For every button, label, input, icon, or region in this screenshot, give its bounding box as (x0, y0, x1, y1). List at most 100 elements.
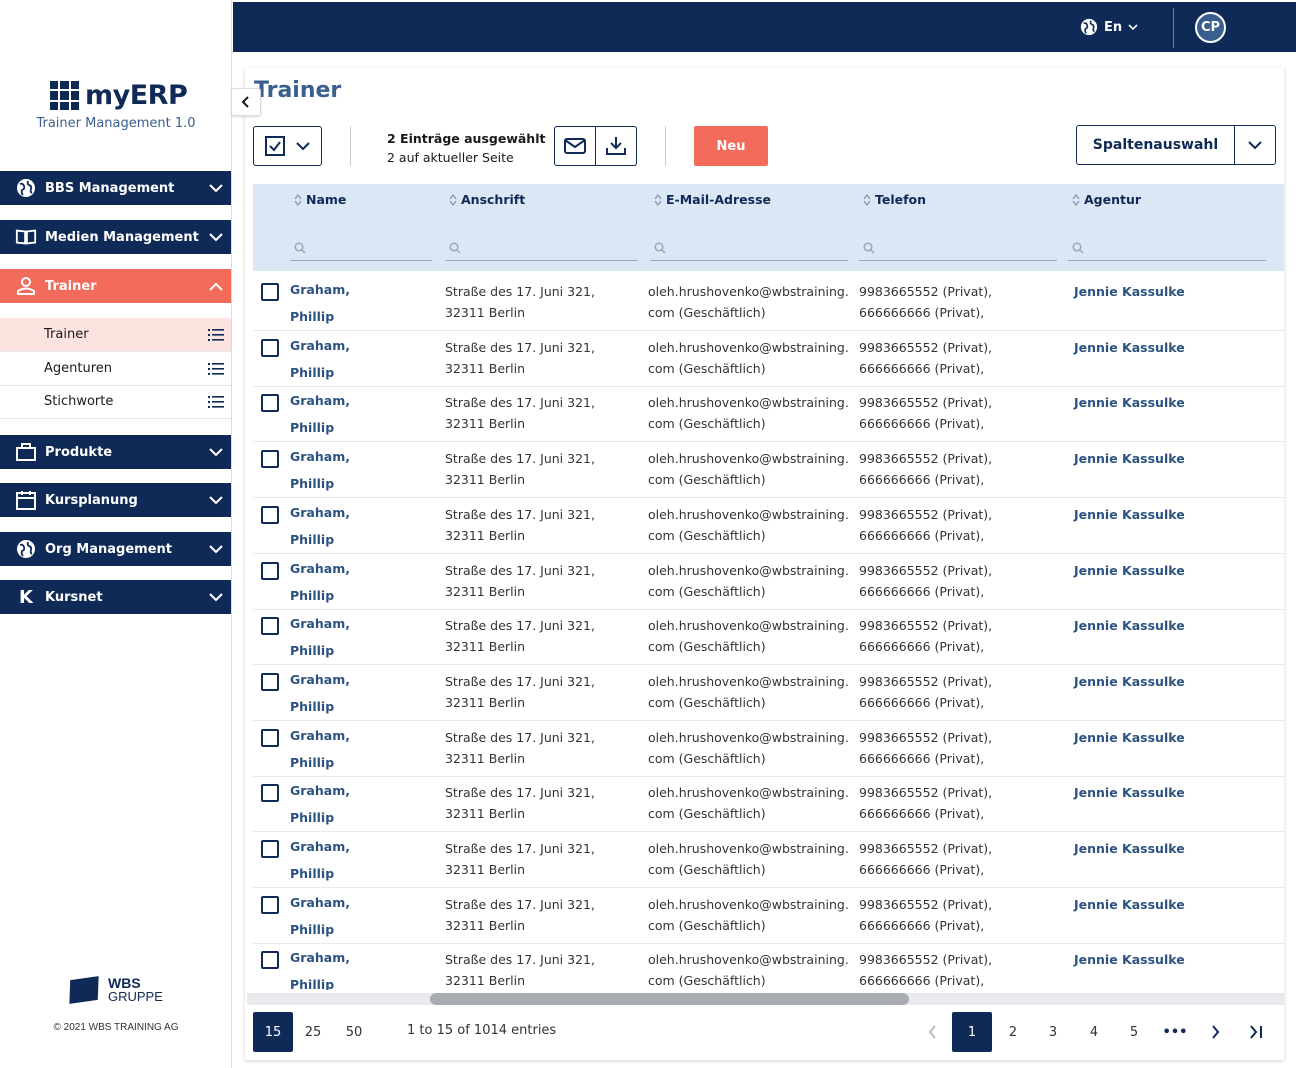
row-checkbox[interactable] (261, 561, 279, 580)
app-logo[interactable]: myERP (50, 80, 188, 111)
table-row[interactable]: Graham, Phillip Straße des 17. Juni 321, 32… (253, 498, 1284, 554)
table-row[interactable]: Graham, Phillip Straße des 17. Juni 321, 32… (253, 888, 1284, 944)
cell-name[interactable]: Graham, Phillip (290, 889, 350, 943)
collapse-sidebar-button[interactable] (231, 88, 261, 116)
page-1-button[interactable]: 1 (952, 1012, 992, 1052)
row-checkbox[interactable] (261, 505, 279, 524)
next-page-button[interactable] (1195, 1012, 1235, 1052)
table-row[interactable]: Graham, Phillip Straße des 17. Juni 321, 32… (253, 554, 1284, 610)
cell-agency[interactable]: Jennie Kassulke (1074, 838, 1185, 859)
more-pages-button[interactable]: ••• (1155, 1012, 1195, 1052)
column-header-anschrift[interactable]: Anschrift (449, 192, 525, 207)
table-row[interactable]: Graham, Phillip Straße des 17. Juni 321, 32… (253, 609, 1284, 666)
cell-name[interactable]: Graham, Phillip (290, 276, 350, 330)
sidebar-item-produkte[interactable]: Produkte (0, 435, 231, 469)
page-3-button[interactable]: 3 (1033, 1012, 1073, 1052)
sidebar-item-kursplanung[interactable]: Kursplanung (0, 483, 231, 517)
cell-name[interactable]: Graham, Phillip (290, 332, 350, 386)
table-row[interactable]: Graham, Phillip Straße des 17. Juni 321, 32… (253, 776, 1284, 833)
cell-name[interactable]: Graham, Phillip (290, 944, 350, 990)
table-row[interactable]: Graham, Phillip Straße des 17. Juni 321, 32… (253, 721, 1284, 777)
cell-phone-line2: 666666666 (Privat), (859, 360, 985, 376)
row-checkbox[interactable] (261, 840, 279, 858)
cell-agency[interactable]: Jennie Kassulke (1074, 615, 1185, 636)
sidebar-subitem-trainer[interactable]: Trainer (0, 318, 231, 352)
column-header-name[interactable]: Name (294, 192, 346, 207)
cell-name[interactable]: Graham, Phillip (290, 722, 350, 776)
table-row[interactable]: Graham, Phillip Straße des 17. Juni 321, 32… (253, 665, 1284, 721)
column-header-agentur[interactable]: Agentur (1072, 192, 1141, 207)
column-header-telefon[interactable]: Telefon (863, 192, 926, 207)
cell-agency[interactable]: Jennie Kassulke (1074, 894, 1185, 915)
filter-input-telefon[interactable] (859, 236, 1057, 261)
cell-name-last: Graham, (290, 894, 350, 910)
cell-agency[interactable]: Jennie Kassulke (1074, 949, 1185, 970)
cell-agency[interactable]: Jennie Kassulke (1074, 281, 1185, 302)
table-row[interactable]: Graham, Phillip Straße des 17. Juni 321, 32… (253, 386, 1284, 443)
cell-agency[interactable]: Jennie Kassulke (1074, 448, 1185, 469)
avatar[interactable]: CP (1195, 12, 1226, 43)
filter-input-name[interactable] (290, 236, 432, 261)
language-selector[interactable]: En (1080, 18, 1138, 36)
table-row[interactable]: Graham, Phillip Straße des 17. Juni 321, 32… (253, 275, 1284, 331)
email-button[interactable] (555, 127, 596, 165)
sidebar-subitem-agenturen[interactable]: Agenturen (0, 352, 231, 386)
table-row[interactable]: Graham, Phillip Straße des 17. Juni 321, 32… (253, 331, 1284, 387)
cell-agency[interactable]: Jennie Kassulke (1074, 671, 1185, 692)
cell-name[interactable]: Graham, Phillip (290, 833, 350, 887)
row-checkbox[interactable] (261, 784, 279, 803)
sidebar-item-org-management[interactable]: Org Management (0, 532, 231, 566)
page-size-50[interactable]: 50 (334, 1012, 374, 1052)
page-4-button[interactable]: 4 (1074, 1012, 1114, 1052)
filter-input-agentur[interactable] (1068, 236, 1266, 261)
cell-name[interactable]: Graham, Phillip (290, 387, 350, 441)
cell-agency[interactable]: Jennie Kassulke (1074, 727, 1185, 748)
prev-page-button[interactable] (912, 1012, 952, 1052)
row-checkbox[interactable] (261, 450, 279, 469)
download-button[interactable] (596, 127, 636, 165)
column-header-email[interactable]: E-Mail-Adresse (654, 192, 771, 207)
sidebar-item-trainer[interactable]: Trainer (0, 269, 231, 303)
table-row[interactable]: Graham, Phillip Straße des 17. Juni 321, 32… (253, 832, 1284, 888)
row-checkbox[interactable] (261, 951, 279, 970)
cell-address-city: 32311 Berlin (445, 583, 526, 599)
row-checkbox[interactable] (261, 338, 279, 357)
cell-name[interactable]: Graham, Phillip (290, 610, 350, 664)
cell-agency[interactable]: Jennie Kassulke (1074, 560, 1185, 581)
filter-input-anschrift[interactable] (445, 236, 638, 261)
horizontal-scrollbar-thumb[interactable] (430, 993, 909, 1005)
cell-agency[interactable]: Jennie Kassulke (1074, 782, 1185, 803)
filter-input-email[interactable] (650, 236, 848, 261)
row-checkbox[interactable] (261, 283, 279, 301)
cell-address: Straße des 17. Juni 321, 32311 Berlin (445, 727, 595, 769)
sidebar-subitem-stichworte[interactable]: Stichworte (0, 385, 231, 419)
page-5-button[interactable]: 5 (1114, 1012, 1154, 1052)
cell-name[interactable]: Graham, Phillip (290, 443, 350, 497)
sidebar-item-bbs-management[interactable]: BBS Management (0, 171, 231, 205)
column-select-dropdown[interactable]: Spaltenauswahl (1076, 125, 1276, 165)
cell-agency[interactable]: Jennie Kassulke (1074, 337, 1185, 358)
last-page-button[interactable] (1236, 1012, 1276, 1052)
cell-email: oleh.hrushovenko@wbstraining. com (Geschä… (648, 894, 849, 936)
sidebar-item-kursnet[interactable]: K Kursnet (0, 580, 231, 614)
sidebar-item-medien-management[interactable]: Medien Management (0, 220, 231, 254)
row-checkbox[interactable] (261, 394, 279, 413)
row-checkbox[interactable] (261, 728, 279, 747)
row-checkbox[interactable] (261, 895, 279, 914)
cell-name[interactable]: Graham, Phillip (290, 555, 350, 609)
table-row[interactable]: Graham, Phillip Straße des 17. Juni 321, 32… (253, 943, 1284, 990)
cell-name[interactable]: Graham, Phillip (290, 666, 350, 720)
row-checkbox[interactable] (261, 672, 279, 691)
page-size-25[interactable]: 25 (293, 1012, 333, 1052)
cell-agency[interactable]: Jennie Kassulke (1074, 392, 1185, 413)
cell-name[interactable]: Graham, Phillip (290, 777, 350, 831)
select-all-dropdown[interactable] (253, 126, 322, 166)
page-size-15[interactable]: 15 (253, 1012, 293, 1052)
row-checkbox[interactable] (261, 617, 279, 636)
cell-address: Straße des 17. Juni 321, 32311 Berlin (445, 838, 595, 880)
cell-name[interactable]: Graham, Phillip (290, 499, 350, 553)
page-2-button[interactable]: 2 (993, 1012, 1033, 1052)
cell-agency[interactable]: Jennie Kassulke (1074, 504, 1185, 525)
table-row[interactable]: Graham, Phillip Straße des 17. Juni 321, 32… (253, 442, 1284, 499)
new-button[interactable]: Neu (694, 126, 768, 166)
